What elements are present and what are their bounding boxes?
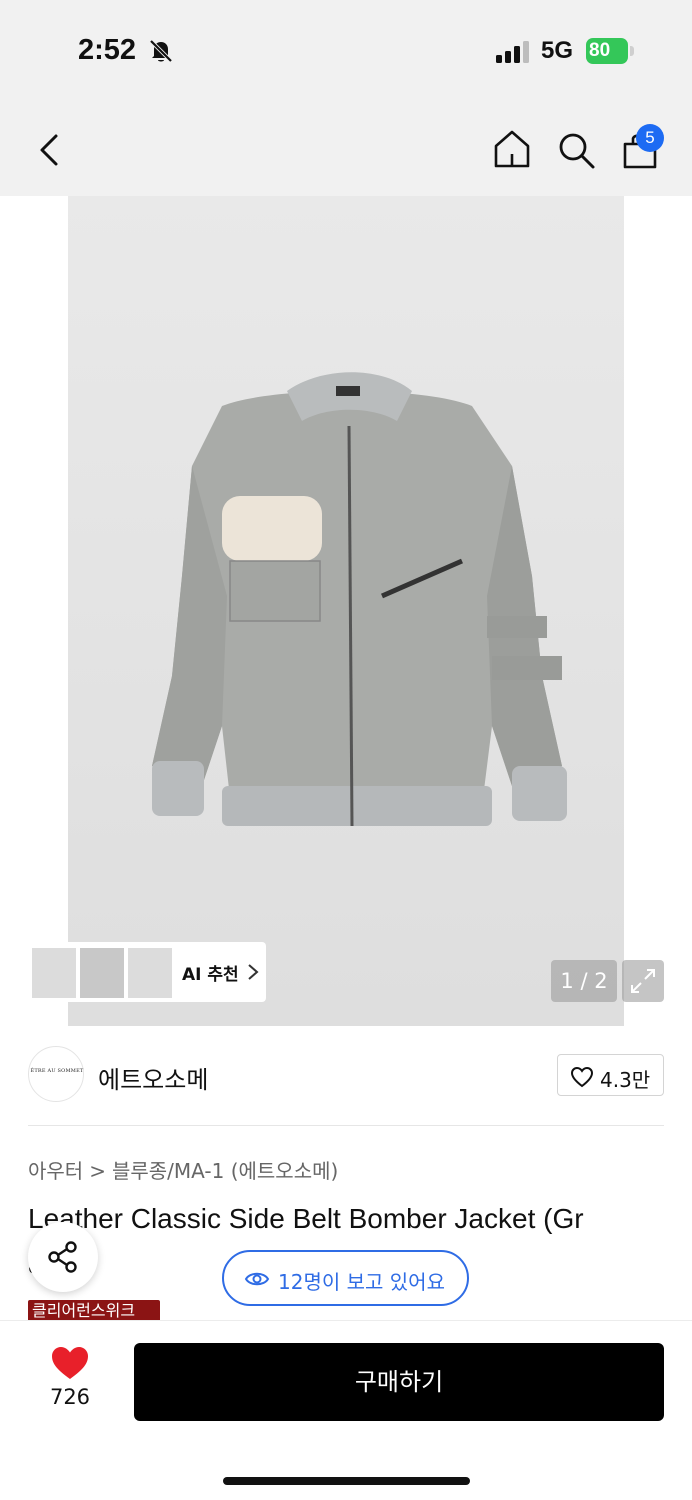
home-indicator bbox=[223, 1477, 470, 1485]
brand-name[interactable]: 에트오소메 bbox=[98, 1060, 208, 1095]
cart-count-badge: 5 bbox=[636, 124, 664, 152]
live-viewers-pill: 12명이 보고 있어요 bbox=[222, 1250, 469, 1306]
signal-icon bbox=[496, 41, 529, 63]
breadcrumb-item[interactable]: 블루종/MA-1 (에트오소메) bbox=[112, 1159, 338, 1183]
brand-logo[interactable]: ÊTRE AU SOMMET bbox=[28, 1046, 84, 1102]
ai-recommendation-label[interactable]: AI 추천 bbox=[182, 960, 239, 985]
expand-button[interactable] bbox=[622, 960, 664, 1002]
image-page-indicator: 1 / 2 bbox=[551, 960, 617, 1002]
brand-like-button[interactable]: 4.3만 bbox=[557, 1054, 664, 1096]
promo-badge: 클리어런스위크 bbox=[28, 1300, 160, 1322]
brand-like-count: 4.3만 bbox=[600, 1068, 651, 1092]
battery-tip bbox=[630, 46, 634, 56]
share-icon bbox=[48, 1241, 77, 1273]
battery-charging-icon: 80 bbox=[586, 38, 634, 64]
back-icon[interactable] bbox=[34, 132, 64, 168]
ai-recommendation-strip[interactable]: AI 추천 bbox=[28, 942, 266, 1002]
chevron-right-icon bbox=[248, 964, 259, 980]
recommendation-thumbnail[interactable] bbox=[80, 948, 124, 998]
buy-button[interactable]: 구매하기 bbox=[134, 1343, 664, 1421]
divider bbox=[28, 1125, 664, 1126]
heart-outline-icon bbox=[570, 1066, 594, 1088]
battery-level: 80 bbox=[586, 38, 628, 64]
wish-count: 726 bbox=[49, 1385, 91, 1409]
share-button[interactable] bbox=[28, 1222, 98, 1292]
app-header: 5 bbox=[0, 100, 692, 196]
recommendation-thumbnail[interactable] bbox=[128, 948, 172, 998]
product-image[interactable] bbox=[68, 196, 624, 1026]
live-viewers-text: 12명이 보고 있어요 bbox=[278, 1270, 445, 1294]
heart-filled-icon[interactable] bbox=[50, 1345, 90, 1381]
bottom-action-bar: 726 구매하기 bbox=[0, 1320, 692, 1500]
jacket-image bbox=[152, 372, 567, 827]
status-time: 2:52 bbox=[78, 34, 137, 66]
recommendation-thumbnail[interactable] bbox=[32, 948, 76, 998]
breadcrumb-item[interactable]: 아우터 bbox=[28, 1159, 83, 1183]
product-title: Leather Classic Side Belt Bomber Jacket … bbox=[28, 1203, 584, 1234]
breadcrumb: 아우터 > 블루종/MA-1 (에트오소메) bbox=[28, 1155, 338, 1184]
eye-icon bbox=[244, 1272, 270, 1286]
brand-logo-text: ÊTRE AU SOMMET bbox=[30, 1068, 84, 1074]
expand-icon bbox=[631, 969, 655, 993]
home-icon[interactable] bbox=[492, 128, 532, 170]
breadcrumb-separator: > bbox=[89, 1159, 106, 1183]
status-bar: 2:52 5G 80 bbox=[0, 0, 692, 100]
network-type: 5G bbox=[541, 37, 574, 64]
product-gallery[interactable]: AI 추천 1 / 2 bbox=[0, 196, 692, 1026]
bell-off-icon bbox=[149, 39, 173, 63]
search-icon[interactable] bbox=[556, 130, 596, 170]
